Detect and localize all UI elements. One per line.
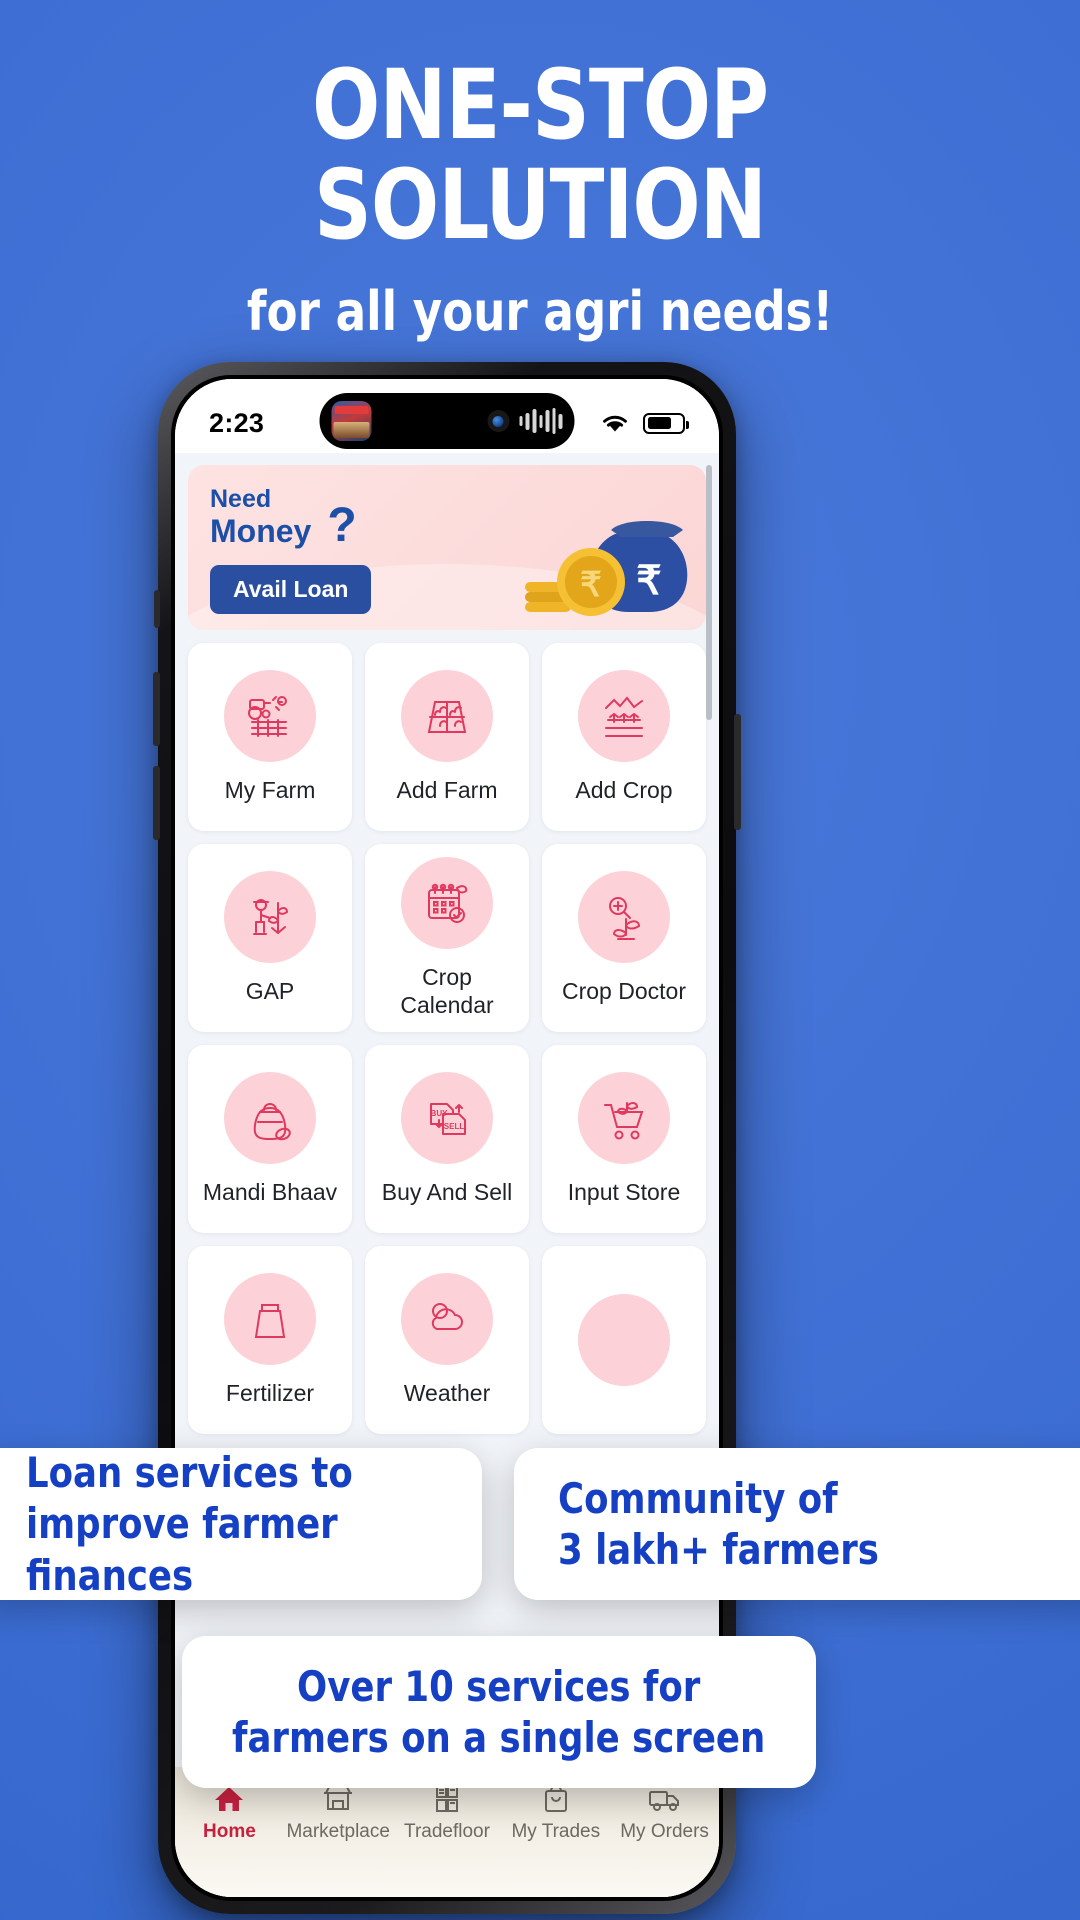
service-tile-my-farm[interactable]: My Farm xyxy=(188,643,352,831)
loan-banner-line2: Money xyxy=(210,512,312,549)
svg-text:₹: ₹ xyxy=(636,559,661,603)
service-tile-add-crop[interactable]: Add Crop xyxy=(542,643,706,831)
scrollbar[interactable] xyxy=(706,465,712,720)
battery-icon xyxy=(643,412,690,434)
service-tile-label: Mandi Bhaav xyxy=(202,1178,338,1205)
calendar-leaf-check-icon xyxy=(401,856,493,949)
service-tile-input-store[interactable]: Input Store xyxy=(542,1045,706,1233)
service-tile-add-farm[interactable]: Add Farm xyxy=(365,643,529,831)
nav-item-tradefloor[interactable]: Tradefloor xyxy=(393,1783,502,1843)
feature-callout-services: Over 10 services for farmers on a single… xyxy=(182,1636,816,1788)
svg-text:BUY: BUY xyxy=(431,1109,449,1118)
service-tile-label: Buy And Sell xyxy=(381,1178,513,1205)
loan-banner[interactable]: Need Money ? Avail Loan ₹ ₹ xyxy=(188,465,706,630)
callout-line-2: improve farmer finances xyxy=(26,1499,338,1600)
volume-up-button[interactable] xyxy=(153,672,160,746)
service-tile-label: Crop Doctor xyxy=(562,977,686,1004)
service-tile-placeholder[interactable] xyxy=(542,1246,706,1434)
loan-banner-line1: Need xyxy=(210,485,272,513)
service-tile-label: Fertilizer xyxy=(225,1379,315,1406)
placeholder-icon xyxy=(578,1294,670,1386)
services-grid: My Farm Add Farm Add Crop GAP Crop Calen… xyxy=(175,630,719,1447)
camera-icon xyxy=(487,410,510,432)
callout-line-1: Loan services to xyxy=(26,1448,353,1498)
promo-subheadline: for all your agri needs! xyxy=(246,279,834,343)
nav-label: Tradefloor xyxy=(404,1821,490,1842)
audio-waveform-icon xyxy=(519,408,563,434)
callout-line-1: Over 10 services for xyxy=(297,1661,701,1711)
feature-callout-community: Community of 3 lakh+ farmers xyxy=(514,1448,1080,1600)
wifi-icon xyxy=(603,415,627,432)
power-button[interactable] xyxy=(734,714,741,830)
buy-sell-documents-icon: BUY SELL xyxy=(401,1071,493,1164)
service-tile-label: Add Farm xyxy=(396,776,498,803)
service-tile-fertilizer[interactable]: Fertilizer xyxy=(188,1246,352,1434)
crop-rows-hills-icon xyxy=(578,669,670,762)
service-tile-crop-calendar[interactable]: Crop Calendar xyxy=(365,844,529,1032)
callout-line-2: 3 lakh+ farmers xyxy=(558,1525,879,1574)
avail-loan-button[interactable]: Avail Loan xyxy=(210,564,372,614)
nav-item-my-orders[interactable]: My Orders xyxy=(610,1783,719,1843)
callout-line-2: farmers on a single screen xyxy=(232,1713,766,1762)
volume-down-button[interactable] xyxy=(153,766,160,840)
money-bag-illustration: ₹ ₹ xyxy=(525,521,688,616)
service-tile-label: Add Crop xyxy=(575,776,673,803)
service-tile-label: My Farm xyxy=(224,776,316,803)
promo-header: ONE-STOP SOLUTION for all your agri need… xyxy=(0,49,1080,343)
svg-text:₹: ₹ xyxy=(580,566,602,604)
tractor-field-icon xyxy=(224,669,316,762)
farm-plot-plants-icon xyxy=(401,669,493,762)
headline-line-2: SOLUTION xyxy=(313,148,767,261)
weather-icon xyxy=(401,1272,493,1365)
nav-label: Home xyxy=(203,1821,256,1842)
grain-sack-icon xyxy=(224,1071,316,1164)
fertilizer-icon xyxy=(224,1272,316,1365)
feature-callout-loan: Loan services to improve farmer finances xyxy=(0,1448,482,1600)
plant-magnifier-icon xyxy=(578,870,670,963)
nav-label: My Orders xyxy=(620,1821,709,1842)
service-tile-label: GAP xyxy=(245,977,295,1004)
dynamic-island[interactable] xyxy=(319,393,575,449)
service-tile-buy-and-sell[interactable]: BUY SELL Buy And Sell xyxy=(365,1045,529,1233)
nav-item-home[interactable]: Home xyxy=(175,1783,284,1843)
service-tile-label: Crop Calendar xyxy=(400,963,494,1018)
farmer-plant-icon xyxy=(224,870,316,963)
status-bar: 2:23 xyxy=(175,379,719,453)
shopping-cart-leaf-icon xyxy=(578,1071,670,1164)
silent-switch[interactable] xyxy=(154,590,160,628)
app-icon xyxy=(331,401,372,441)
status-bar-indicators xyxy=(600,412,690,434)
nav-item-my-trades[interactable]: My Trades xyxy=(501,1783,610,1843)
nav-item-marketplace[interactable]: Marketplace xyxy=(284,1783,393,1843)
headline-line-1: ONE-STOP xyxy=(311,49,769,161)
service-tile-mandi-bhaav[interactable]: Mandi Bhaav xyxy=(188,1045,352,1233)
nav-label: Marketplace xyxy=(286,1821,390,1842)
service-tile-crop-doctor[interactable]: Crop Doctor xyxy=(542,844,706,1032)
service-tile-label: Input Store xyxy=(567,1178,681,1205)
service-tile-label: Weather xyxy=(403,1379,491,1406)
nav-label: My Trades xyxy=(511,1821,601,1842)
service-tile-weather[interactable]: Weather xyxy=(365,1246,529,1434)
svg-text:SELL: SELL xyxy=(444,1122,465,1131)
status-bar-time: 2:23 xyxy=(209,407,265,438)
question-mark-icon: ? xyxy=(327,499,357,553)
callout-line-1: Community of xyxy=(558,1473,838,1523)
service-tile-gap[interactable]: GAP xyxy=(188,844,352,1032)
